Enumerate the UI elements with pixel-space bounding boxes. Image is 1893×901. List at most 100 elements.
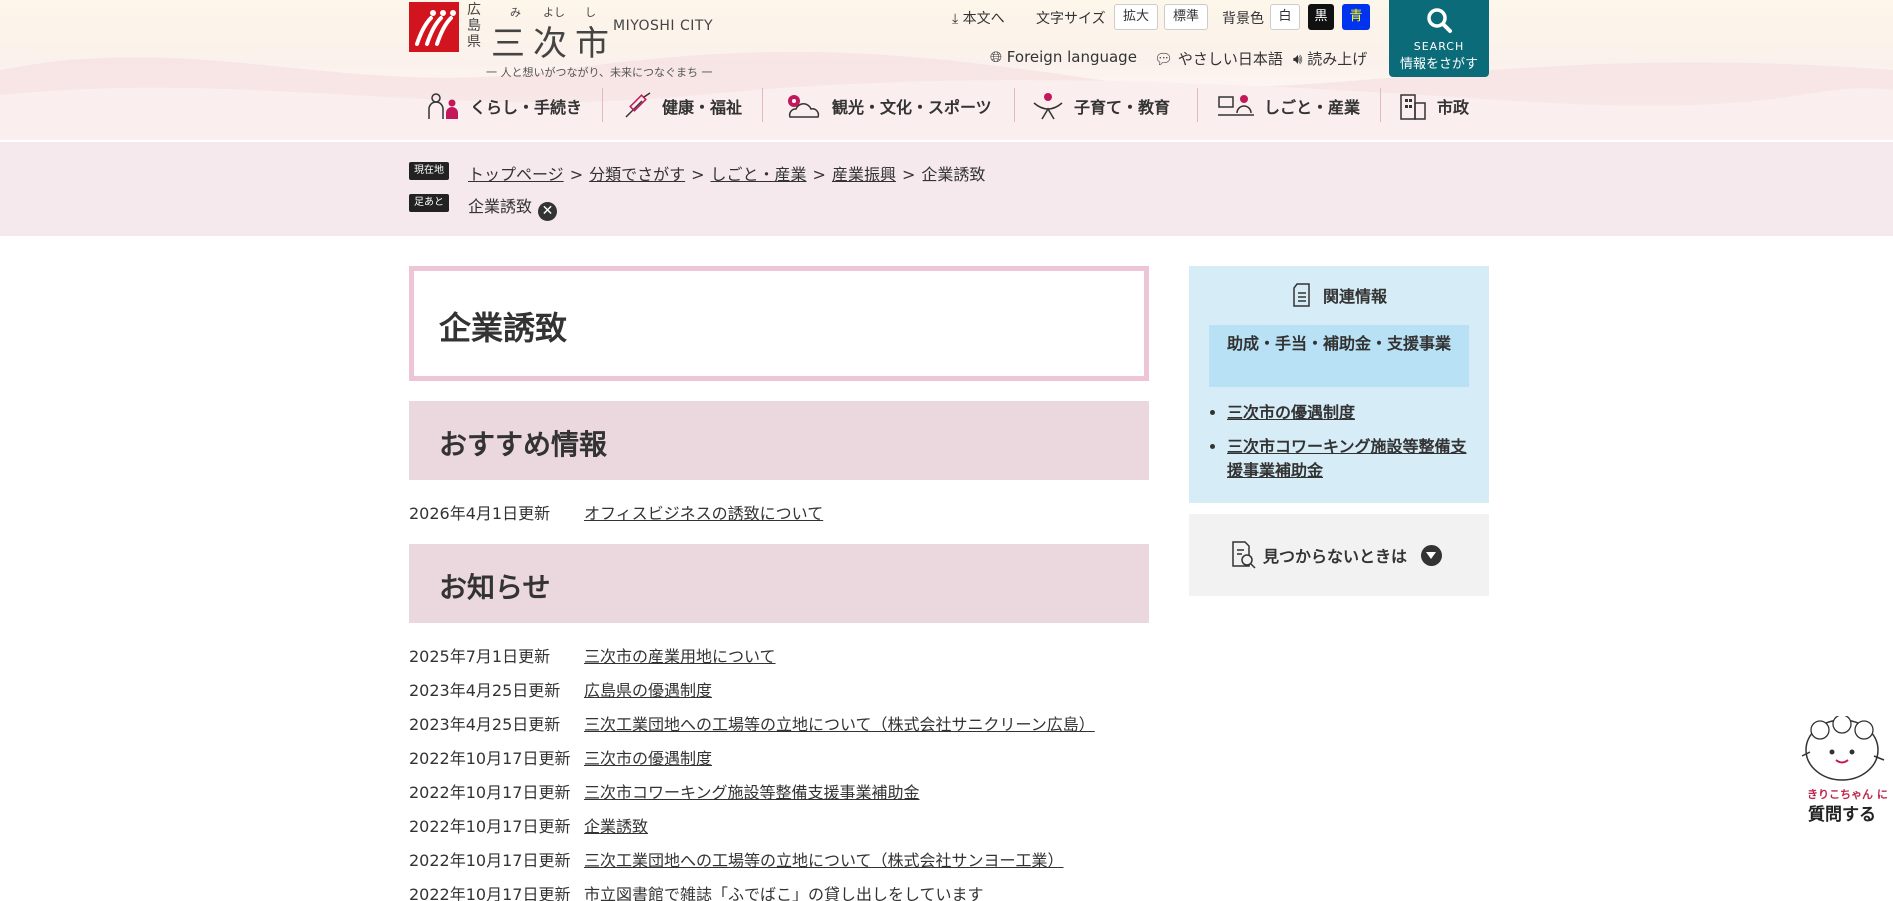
- update-date: 2023年4月25日更新: [409, 681, 561, 700]
- news-heading: お知らせ: [439, 571, 551, 604]
- list-item: 2025年7月1日更新 三次市の産業用地について: [409, 643, 776, 667]
- related-links: 三次市の優遇制度 三次市コワーキング施設等整備支援事業補助金: [1227, 401, 1477, 493]
- related-link[interactable]: 三次市の優遇制度: [1227, 403, 1355, 422]
- article-link[interactable]: 三次工業団地への工場等の立地について（株式会社サニクリーン広島）: [584, 715, 1095, 734]
- document-icon: [1293, 283, 1310, 307]
- current-location-tag: 現在地: [409, 162, 449, 180]
- read-aloud-label: 読み上げ: [1307, 50, 1368, 68]
- breadcrumb-current: 企業誘致: [921, 165, 986, 184]
- article-link[interactable]: 三次市コワーキング施設等整備支援事業補助金: [584, 783, 920, 802]
- nav-divider: [1014, 88, 1015, 122]
- list-item: 2022年10月17日更新 三次工業団地への工場等の立地について（株式会社サンヨー…: [409, 847, 1064, 871]
- update-date: 2022年10月17日更新: [409, 749, 571, 768]
- breadcrumb-industry-promotion[interactable]: 産業振興: [832, 165, 896, 184]
- nav-label: 子育て・教育: [1074, 98, 1171, 117]
- list-item: 2023年4月25日更新 三次工業団地への工場等の立地について（株式会社サニクリー…: [409, 711, 1095, 735]
- related-category: 助成・手当・補助金・支援事業: [1209, 325, 1469, 387]
- close-icon[interactable]: ✕: [538, 202, 558, 221]
- city-name[interactable]: 三次市: [491, 16, 617, 65]
- article-link[interactable]: 企業誘致: [584, 817, 648, 836]
- nav-item-living[interactable]: くらし・手続き: [426, 86, 582, 126]
- city-name-en: MIYOSHI CITY: [613, 18, 714, 34]
- site-header: 広島県 み よし し 三次市 MIYOSHI CITY 一 人と想いがつながり、…: [0, 0, 1893, 142]
- article-link[interactable]: 市立図書館で雑誌「ふでばこ」の貸し出しをしています: [584, 885, 984, 901]
- search-label-en: SEARCH: [1413, 40, 1465, 53]
- breadcrumb-area: 現在地 トップページ > 分類でさがす > しごと・産業 > 産業振興 > 企業誘致 足あと 企…: [0, 142, 1893, 236]
- globe-icon: 🌐︎: [990, 48, 1003, 66]
- city-tagline: 一 人と想いがつながり、未来につなぐまち 一: [486, 66, 713, 79]
- skip-to-content-link[interactable]: ⤓ 本文へ: [952, 8, 1005, 28]
- nav-item-city-admin[interactable]: 市政: [1397, 86, 1469, 126]
- article-link[interactable]: 三次市の優遇制度: [584, 749, 712, 768]
- prefecture-label: 広島県: [467, 2, 481, 50]
- bg-black-button[interactable]: 黒: [1308, 4, 1334, 30]
- not-found-toggle[interactable]: 見つからないときは: [1189, 514, 1489, 596]
- article-link[interactable]: 広島県の優遇制度: [584, 681, 712, 700]
- nav-divider: [602, 88, 603, 122]
- nav-divider: [1380, 88, 1381, 122]
- parent-child-icon: [1033, 93, 1063, 120]
- list-item: 2022年10月17日更新 市立図書館で雑誌「ふでばこ」の貸し出しをしています: [409, 881, 984, 901]
- people-icon: [428, 93, 458, 119]
- chatbot-particle: に: [1876, 788, 1888, 801]
- breadcrumb-top[interactable]: トップページ: [468, 165, 564, 184]
- not-found-label: 見つからないときは: [1263, 547, 1408, 566]
- font-size-label: 文字サイズ: [1036, 11, 1106, 27]
- speaker-icon: 🔊︎: [1293, 50, 1303, 68]
- list-item: 三次市の優遇制度: [1227, 401, 1477, 425]
- chatbot-action: 質問する: [1808, 805, 1876, 825]
- speech-bubble-icon: 💬︎: [1154, 50, 1174, 68]
- nav-divider: [1197, 88, 1198, 122]
- city-logo[interactable]: [409, 2, 459, 52]
- related-info-header: 関連情報: [1189, 282, 1489, 308]
- breadcrumb: トップページ > 分類でさがす > しごと・産業 > 産業振興 > 企業誘致: [468, 165, 986, 184]
- foreign-language-link[interactable]: 🌐︎ Foreign language: [990, 48, 1137, 66]
- skip-label: 本文へ: [962, 11, 1005, 27]
- page-title: 企業誘致: [439, 309, 568, 347]
- update-date: 2022年10月17日更新: [409, 885, 571, 901]
- bg-blue-button[interactable]: 青: [1342, 4, 1370, 30]
- easy-japanese-link[interactable]: 💬︎ やさしい日本語: [1154, 48, 1283, 69]
- update-date: 2023年4月25日更新: [409, 715, 561, 734]
- related-info-panel: 関連情報 助成・手当・補助金・支援事業 三次市の優遇制度 三次市コワーキング施設…: [1189, 266, 1489, 503]
- list-item: 2023年4月25日更新 広島県の優遇制度: [409, 677, 712, 701]
- article-link[interactable]: 三次市の産業用地について: [584, 647, 776, 666]
- related-heading: 関連情報: [1322, 287, 1387, 306]
- recommended-section-header: おすすめ情報: [409, 401, 1149, 480]
- nav-item-health[interactable]: 健康・福祉: [620, 86, 742, 126]
- list-item: 2022年10月17日更新 企業誘致: [409, 813, 648, 837]
- foreign-language-label: Foreign language: [1006, 48, 1137, 66]
- read-aloud-link[interactable]: 🔊︎ 読み上げ: [1293, 48, 1367, 69]
- nav-divider: [762, 88, 763, 122]
- chevron-down-icon: [1421, 544, 1443, 566]
- font-normal-button[interactable]: 標準: [1164, 4, 1208, 30]
- article-link[interactable]: オフィスビジネスの誘致について: [584, 504, 823, 523]
- nav-label: 観光・文化・スポーツ: [832, 98, 992, 117]
- recommended-heading: おすすめ情報: [439, 428, 608, 461]
- list-item: 2022年10月17日更新 三次市の優遇制度: [409, 745, 712, 769]
- footprint-item[interactable]: 企業誘致: [468, 197, 532, 216]
- nav-label: 健康・福祉: [662, 98, 743, 117]
- font-large-button[interactable]: 拡大: [1114, 4, 1158, 30]
- related-link[interactable]: 三次市コワーキング施設等整備支援事業補助金: [1227, 437, 1467, 480]
- update-date: 2026年4月1日更新: [409, 504, 551, 523]
- nav-item-work[interactable]: しごと・産業: [1216, 86, 1360, 126]
- syringe-icon: [625, 92, 651, 118]
- building-icon: [1400, 94, 1426, 120]
- nav-label: 市政: [1437, 98, 1470, 117]
- breadcrumb-work-industry[interactable]: しごと・産業: [711, 165, 807, 184]
- nav-label: しごと・産業: [1264, 98, 1361, 117]
- list-item: 2026年4月1日更新 オフィスビジネスの誘致について: [409, 500, 823, 524]
- news-section-header: お知らせ: [409, 544, 1149, 623]
- document-search-icon: [1232, 541, 1256, 569]
- breadcrumb-category-search[interactable]: 分類でさがす: [589, 165, 685, 184]
- article-link[interactable]: 三次工業団地への工場等の立地について（株式会社サンヨー工業）: [584, 851, 1064, 870]
- bg-white-button[interactable]: 白: [1270, 4, 1300, 30]
- update-date: 2022年10月17日更新: [409, 783, 571, 802]
- bg-color-label: 背景色: [1222, 11, 1264, 27]
- nav-item-childcare[interactable]: 子育て・教育: [1030, 86, 1170, 126]
- search-button[interactable]: SEARCH 情報をさがす: [1389, 0, 1489, 77]
- list-item: 三次市コワーキング施設等整備支援事業補助金: [1227, 435, 1477, 483]
- nav-item-tourism[interactable]: 観光・文化・スポーツ: [782, 86, 992, 126]
- search-icon: [1427, 8, 1452, 33]
